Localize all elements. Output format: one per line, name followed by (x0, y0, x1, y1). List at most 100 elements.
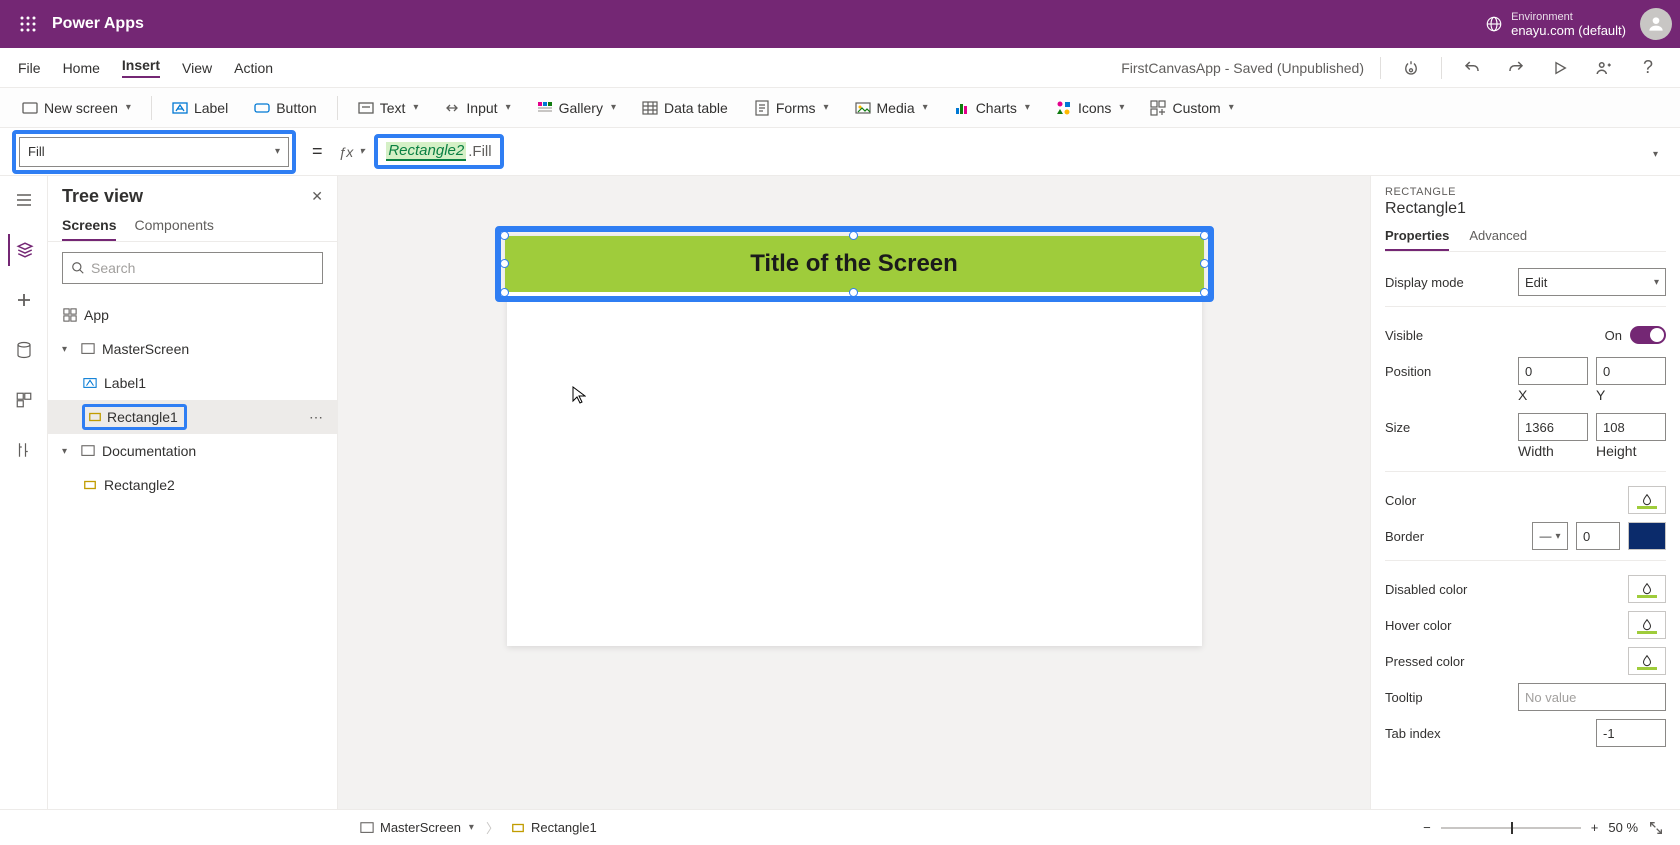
disabled-color-picker[interactable] (1628, 575, 1666, 603)
control-kind: RECTANGLE (1385, 186, 1666, 198)
environment-picker[interactable]: Environment enayu.com (default) (1485, 11, 1626, 38)
property-selector-highlight: Fill ▾ (12, 130, 296, 174)
disabled-color-label: Disabled color (1385, 582, 1628, 597)
data-table-button[interactable]: Data table (632, 96, 738, 120)
text-button[interactable]: Text▾ (348, 96, 429, 120)
resize-handle[interactable] (1200, 288, 1209, 297)
formula-suffix[interactable]: .Fill (468, 143, 491, 160)
tabindex-value: -1 (1603, 726, 1615, 741)
help-icon[interactable]: ? (1634, 54, 1662, 82)
undo-icon[interactable] (1458, 54, 1486, 82)
tree-node-master-screen[interactable]: ▾ MasterScreen (48, 332, 337, 366)
tab-components[interactable]: Components (134, 217, 213, 241)
resize-handle[interactable] (849, 231, 858, 240)
app-checker-icon[interactable] (1397, 54, 1425, 82)
tree-node-label1[interactable]: Label1 (48, 366, 337, 400)
share-icon[interactable] (1590, 54, 1618, 82)
chevron-down-icon[interactable]: ▾ (62, 344, 74, 355)
border-color-picker[interactable] (1628, 522, 1666, 550)
resize-handle[interactable] (1200, 259, 1209, 268)
custom-button[interactable]: Custom▾ (1140, 96, 1243, 120)
fx-label[interactable]: ƒx▾ (339, 144, 365, 160)
gallery-button[interactable]: Gallery▾ (527, 96, 626, 120)
menu-file[interactable]: File (18, 60, 41, 76)
formula-input[interactable] (514, 151, 1631, 153)
tab-advanced[interactable]: Advanced (1469, 228, 1527, 251)
more-menu-icon[interactable]: ⋯ (309, 409, 329, 426)
resize-handle[interactable] (1200, 231, 1209, 240)
formula-bar: Fill ▾ = ƒx▾ Rectangle2.Fill ▾ (0, 128, 1680, 176)
icons-button[interactable]: Icons▾ (1046, 96, 1135, 120)
resize-handle[interactable] (500, 259, 509, 268)
height-input[interactable]: 108 (1596, 413, 1666, 441)
tree-node-rectangle2[interactable]: Rectangle2 (48, 468, 337, 502)
button-button[interactable]: Button (244, 96, 326, 120)
tab-screens[interactable]: Screens (62, 217, 116, 241)
left-rail (0, 176, 48, 809)
zoom-slider[interactable] (1441, 827, 1581, 829)
menu-home[interactable]: Home (63, 60, 100, 76)
tree-node-documentation[interactable]: ▾ Documentation (48, 434, 337, 468)
visible-toggle[interactable] (1630, 326, 1666, 344)
resize-handle[interactable] (849, 288, 858, 297)
insert-pane-icon[interactable] (8, 284, 40, 316)
zoom-out-icon[interactable]: − (1423, 820, 1431, 835)
redo-icon[interactable] (1502, 54, 1530, 82)
media-label: Media (877, 100, 915, 116)
play-icon[interactable] (1546, 54, 1574, 82)
rectangle1-control[interactable]: Title of the Screen (505, 236, 1204, 292)
resize-handle[interactable] (500, 231, 509, 240)
display-mode-select[interactable]: Edit▾ (1518, 268, 1666, 296)
border-style-select[interactable]: — ▾ (1532, 522, 1568, 550)
media-button[interactable]: Media▾ (845, 96, 938, 120)
resize-handle[interactable] (500, 288, 509, 297)
tools-icon[interactable] (8, 434, 40, 466)
tree-label: Rectangle1 (107, 409, 178, 425)
pos-y-value: 0 (1603, 364, 1610, 379)
control-name[interactable]: Rectangle1 (1385, 200, 1666, 218)
label-text: Label (194, 100, 228, 116)
app-launcher-icon[interactable] (8, 16, 48, 32)
breadcrumb-screen[interactable]: MasterScreen ▾ (348, 820, 486, 835)
menu-bar: File Home Insert View Action FirstCanvas… (0, 48, 1680, 88)
formula-reference[interactable]: Rectangle2 (386, 142, 466, 161)
media-pane-icon[interactable] (8, 384, 40, 416)
zoom-in-icon[interactable]: + (1591, 820, 1599, 835)
tree-node-app[interactable]: App (48, 298, 337, 332)
canvas-area[interactable]: Title of the Screen (338, 176, 1370, 809)
border-width-input[interactable]: 0 (1576, 522, 1620, 550)
data-icon[interactable] (8, 334, 40, 366)
fit-to-window-icon[interactable] (1648, 820, 1664, 836)
hover-color-picker[interactable] (1628, 611, 1666, 639)
new-screen-button[interactable]: New screen▾ (12, 96, 141, 120)
tree-node-rectangle1[interactable]: Rectangle1 ⋯ (48, 400, 337, 434)
tab-properties[interactable]: Properties (1385, 228, 1449, 251)
color-picker[interactable] (1628, 486, 1666, 514)
charts-button[interactable]: Charts▾ (944, 96, 1040, 120)
property-selector[interactable]: Fill ▾ (19, 137, 289, 167)
custom-label: Custom (1172, 100, 1220, 116)
user-avatar[interactable] (1640, 8, 1672, 40)
formula-expand-icon[interactable]: ▾ (1641, 144, 1668, 160)
input-button[interactable]: Input▾ (434, 96, 520, 120)
position-y-input[interactable]: 0 (1596, 357, 1666, 385)
position-x-input[interactable]: 0 (1518, 357, 1588, 385)
menu-view[interactable]: View (182, 60, 212, 76)
chevron-down-icon[interactable]: ▾ (62, 446, 74, 457)
width-input[interactable]: 1366 (1518, 413, 1588, 441)
breadcrumb-selection[interactable]: Rectangle1 (499, 820, 609, 835)
menu-action[interactable]: Action (234, 60, 273, 76)
tree-search-input[interactable]: Search (62, 252, 323, 284)
tabindex-input[interactable]: -1 (1596, 719, 1666, 747)
zoom-suffix: % (1626, 820, 1638, 835)
canvas-screen[interactable]: Title of the Screen (507, 236, 1202, 646)
tooltip-input[interactable]: No value (1518, 683, 1666, 711)
environment-label: Environment (1511, 11, 1626, 23)
close-icon[interactable]: ✕ (311, 188, 323, 205)
menu-insert[interactable]: Insert (122, 57, 160, 78)
pressed-color-picker[interactable] (1628, 647, 1666, 675)
hamburger-icon[interactable] (8, 184, 40, 216)
tree-view-icon[interactable] (8, 234, 40, 266)
forms-button[interactable]: Forms▾ (744, 96, 839, 120)
label-button[interactable]: Label (162, 96, 238, 120)
